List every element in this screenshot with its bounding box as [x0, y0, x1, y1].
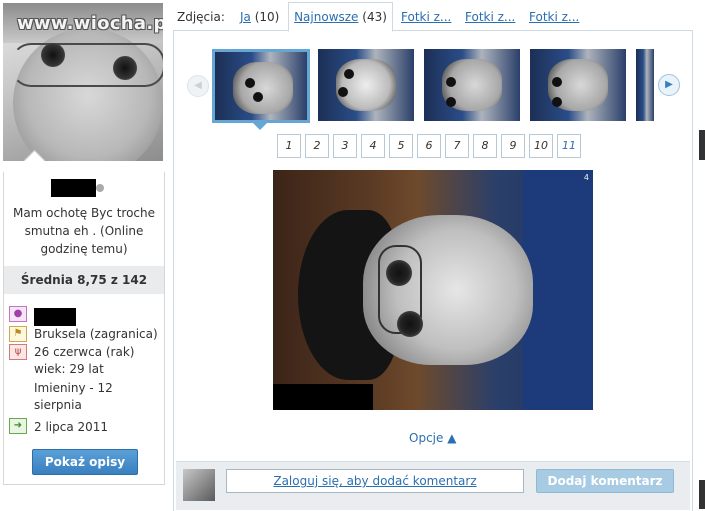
- censor-blob: [552, 97, 562, 107]
- tab-label[interactable]: Fotki z...: [529, 10, 579, 24]
- page-button[interactable]: 3: [333, 134, 357, 158]
- censor-blob: [446, 77, 456, 87]
- thumbnail[interactable]: [212, 49, 310, 123]
- page-button[interactable]: 1: [277, 134, 301, 158]
- right-edge-fragment: [699, 480, 705, 509]
- tab-me[interactable]: Ja (10): [240, 3, 279, 31]
- censor-blob: [253, 92, 263, 102]
- photos-label: Zdjęcia:: [177, 10, 225, 24]
- online-status-icon: [96, 184, 104, 192]
- joined-text: 2 lipca 2011: [34, 420, 109, 434]
- thumbnail[interactable]: [530, 49, 626, 121]
- page-button[interactable]: 11: [557, 134, 581, 158]
- carousel-next-button[interactable]: ▶: [658, 74, 680, 96]
- nameday-text: Imieniny - 12 sierpnia: [34, 381, 113, 412]
- status-text: Mam ochotę Byc troche smutna eh . (Onlin…: [12, 206, 156, 256]
- site-watermark: www.wiocha.pl: [17, 13, 163, 34]
- page-button[interactable]: 8: [473, 134, 497, 158]
- redacted-caption: [273, 384, 373, 410]
- tab-label[interactable]: Fotki z...: [465, 10, 515, 24]
- page-button[interactable]: 2: [305, 134, 329, 158]
- thumbnail[interactable]: [424, 49, 520, 121]
- censor-blob: [338, 87, 348, 97]
- page-button[interactable]: 10: [529, 134, 553, 158]
- censor-blob: [344, 69, 354, 79]
- thumbnail[interactable]: [318, 49, 414, 121]
- options-toggle[interactable]: Opcje ▲: [409, 431, 456, 445]
- thumbnail-face: [336, 59, 396, 111]
- add-comment-button[interactable]: Dodaj komentarz: [536, 469, 674, 493]
- main-photo[interactable]: 4: [273, 170, 593, 410]
- censor-blob: [386, 260, 412, 286]
- location-flag-icon: ⚑: [9, 326, 27, 342]
- right-edge-fragment: [699, 130, 705, 160]
- arrow-right-icon: ▶: [665, 79, 673, 90]
- profile-photo[interactable]: www.wiocha.pl: [3, 3, 163, 161]
- photo-shirt: [523, 170, 593, 410]
- thumbnail-partial[interactable]: [636, 49, 654, 121]
- tab-album-2[interactable]: Fotki z...: [465, 3, 515, 31]
- tab-album-1[interactable]: Fotki z...: [401, 3, 451, 31]
- avatar: [183, 469, 215, 501]
- censor-blob: [552, 77, 562, 87]
- censor-blob: [113, 56, 137, 80]
- page-button[interactable]: 5: [389, 134, 413, 158]
- comment-bar: Zaloguj się, aby dodać komentarz Dodaj k…: [176, 461, 690, 510]
- tab-label[interactable]: Ja: [240, 10, 251, 24]
- page-button[interactable]: 9: [501, 134, 525, 158]
- tab-count: (43): [362, 10, 387, 24]
- tab-label[interactable]: Fotki z...: [401, 10, 451, 24]
- censor-blob: [397, 311, 423, 337]
- tab-album-3[interactable]: Fotki z...: [529, 3, 579, 31]
- rating-label: Średnia 8,75 z 142: [4, 266, 164, 294]
- tab-label[interactable]: Najnowsze: [294, 10, 358, 24]
- comment-login-link[interactable]: Zaloguj się, aby dodać komentarz: [226, 469, 524, 493]
- joined-arrow-icon: ➜: [9, 418, 27, 434]
- page-button[interactable]: 6: [417, 134, 441, 158]
- show-descriptions-button[interactable]: Pokaż opisy: [32, 449, 138, 475]
- carousel-prev-button[interactable]: ◀: [187, 75, 209, 97]
- redacted-name: [51, 179, 96, 197]
- selected-thumb-caret: [251, 121, 269, 130]
- photo-glasses: [11, 43, 163, 87]
- page-button[interactable]: 4: [361, 134, 385, 158]
- photo-counter: 4: [583, 173, 589, 182]
- birthday-text: 26 czerwca (rak): [34, 345, 135, 359]
- redacted-username: [34, 308, 76, 326]
- arrow-left-icon: ◀: [194, 80, 202, 91]
- age-text: wiek: 29 lat: [34, 362, 104, 376]
- censor-blob: [446, 97, 456, 107]
- page-button[interactable]: 7: [445, 134, 469, 158]
- tab-count: (10): [254, 10, 280, 24]
- tab-newest[interactable]: Najnowsze (43): [288, 2, 393, 32]
- thumbnail-face: [233, 62, 293, 114]
- censor-blob: [245, 78, 255, 88]
- user-icon: ●: [9, 306, 27, 322]
- censor-blob: [41, 43, 65, 67]
- profile-card: Mam ochotę Byc troche smutna eh . (Onlin…: [3, 172, 165, 485]
- location-text: Bruksela (zagranica): [34, 327, 158, 341]
- zodiac-icon: ψ: [9, 344, 27, 360]
